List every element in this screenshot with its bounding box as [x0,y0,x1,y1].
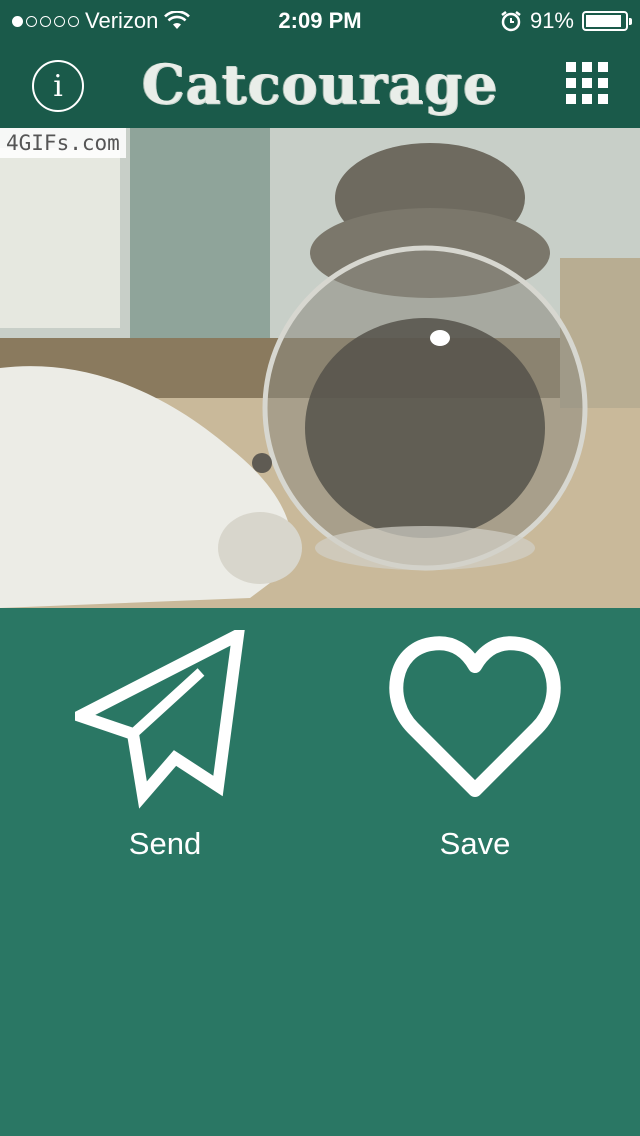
heart-icon [389,636,561,797]
cat-gif-image: 4GIFs.com [0,128,640,608]
alarm-clock-icon [501,11,521,32]
battery-level [586,15,621,27]
top-bar: Verizon 2:09 PM 91% i Catcourage [0,0,640,128]
send-button[interactable]: Send [55,630,275,870]
save-label: Save [439,826,511,861]
grid-menu-button[interactable] [566,62,608,104]
battery-percent: 91% [529,8,574,33]
send-label: Send [128,826,202,861]
grid-menu-icon [566,62,576,72]
nav-bar: i Catcourage [0,40,640,128]
battery-icon [582,11,632,31]
save-button[interactable]: Save [365,630,585,870]
cat-photo-illustration [0,128,640,608]
paper-plane-icon [75,630,245,809]
app-title: Catcourage [141,52,499,116]
watermark: 4GIFs.com [0,128,126,158]
screen: Verizon 2:09 PM 91% i Catcourage 4GIFs.c… [0,0,640,1136]
status-right: 91% [500,8,632,34]
status-bar: Verizon 2:09 PM 91% [0,0,640,40]
